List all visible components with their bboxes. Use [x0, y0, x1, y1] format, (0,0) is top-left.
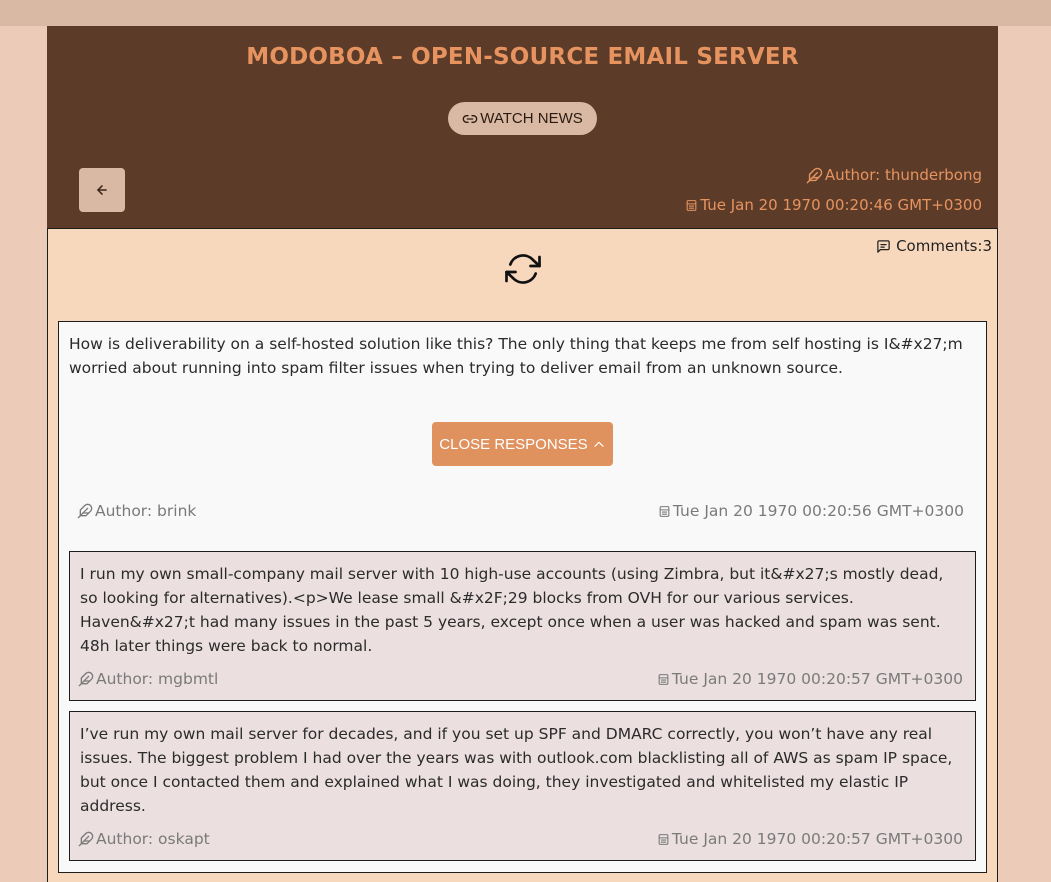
- reply-card: I’ve run my own mail server for decades,…: [69, 711, 976, 861]
- comment-author-text: Author: brink: [95, 502, 197, 520]
- reply-author: Author: oskapt: [78, 830, 210, 848]
- reply-card: I run my own small-company mail server w…: [69, 551, 976, 701]
- comments-number: 3: [982, 237, 992, 255]
- reply-date-text: Tue Jan 20 1970 00:20:57 GMT+0300: [671, 830, 963, 848]
- header-date: Tue Jan 20 1970 00:20:46 GMT+0300: [685, 196, 982, 214]
- page-title: MODOBOA – OPEN-SOURCE EMAIL SERVER: [246, 44, 799, 70]
- reply-author-text: Author: oskapt: [96, 830, 210, 848]
- reply-date: Tue Jan 20 1970 00:20:57 GMT+0300: [657, 830, 963, 848]
- message-square-icon: [876, 239, 891, 254]
- page: MODOBOA – OPEN-SOURCE EMAIL SERVER WATCH…: [47, 26, 998, 882]
- feather-icon: [806, 167, 823, 184]
- reply-text: I’ve run my own mail server for decades,…: [80, 725, 953, 815]
- close-responses-button[interactable]: CLOSE RESPONSES: [432, 422, 613, 466]
- feather-icon: [77, 503, 93, 519]
- calendar-icon: [658, 505, 671, 518]
- comment-card: How is deliverability on a self-hosted s…: [58, 321, 987, 873]
- arrow-left-icon: [95, 183, 109, 197]
- top-band: [0, 0, 1051, 26]
- back-button[interactable]: [79, 168, 125, 212]
- watch-news-label: WATCH NEWS: [480, 110, 583, 127]
- close-responses-label: CLOSE RESPONSES: [439, 435, 588, 453]
- comments-section: Comments:3 How is deliverability on a se…: [47, 228, 998, 882]
- feather-icon: [78, 671, 94, 687]
- header-author-text: Author: thunderbong: [824, 166, 982, 184]
- watch-news-button[interactable]: WATCH NEWS: [448, 102, 597, 135]
- reply-text: I run my own small-company mail server w…: [80, 565, 944, 655]
- calendar-icon: [685, 199, 698, 212]
- comments-label: Comments:: [896, 237, 983, 255]
- feather-icon: [78, 831, 94, 847]
- header-date-text: Tue Jan 20 1970 00:20:46 GMT+0300: [700, 196, 982, 214]
- header: MODOBOA – OPEN-SOURCE EMAIL SERVER WATCH…: [47, 26, 998, 228]
- reply-date-text: Tue Jan 20 1970 00:20:57 GMT+0300: [671, 670, 963, 688]
- comment-date: Tue Jan 20 1970 00:20:56 GMT+0300: [658, 502, 964, 520]
- comments-count: Comments:3: [876, 237, 992, 255]
- calendar-icon: [657, 833, 670, 846]
- reply-date: Tue Jan 20 1970 00:20:57 GMT+0300: [657, 670, 963, 688]
- reply-author: Author: mgbmtl: [78, 670, 218, 688]
- reply-author-text: Author: mgbmtl: [96, 670, 219, 688]
- header-author: Author: thunderbong: [806, 166, 982, 184]
- comment-date-text: Tue Jan 20 1970 00:20:56 GMT+0300: [672, 502, 964, 520]
- comment-text: How is deliverability on a self-hosted s…: [69, 335, 963, 377]
- calendar-icon: [657, 673, 670, 686]
- link-icon: [462, 111, 478, 127]
- chevron-up-icon: [592, 437, 606, 451]
- refresh-icon[interactable]: [505, 251, 541, 287]
- comment-author: Author: brink: [77, 502, 196, 520]
